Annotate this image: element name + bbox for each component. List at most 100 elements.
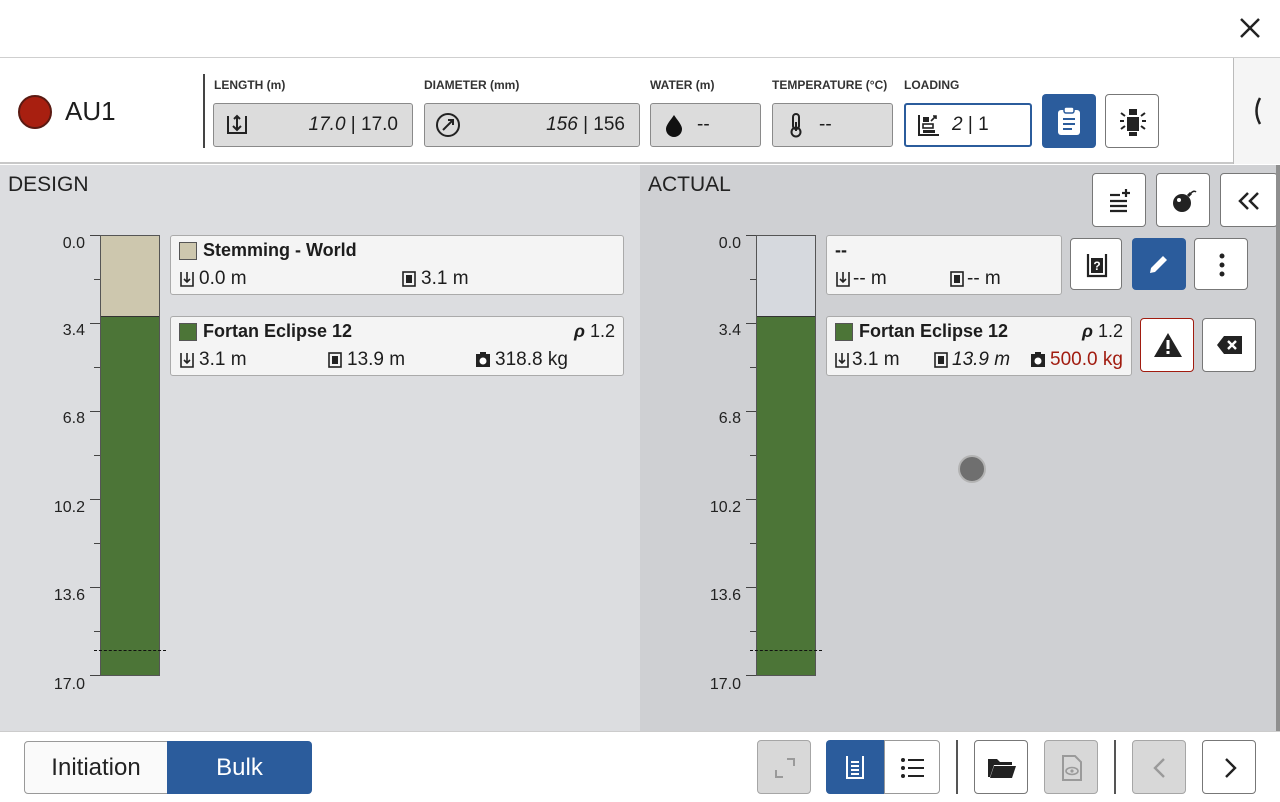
design-stemming-deck[interactable] — [101, 236, 159, 316]
actual-panel: ACTUAL 0.0 3.4 6.8 10.2 13.6 17.0 -- -- … — [640, 165, 1278, 731]
depth-icon — [227, 114, 247, 134]
tick-mark — [746, 499, 756, 500]
warning-icon — [1154, 333, 1182, 357]
deck-top-icon — [180, 272, 194, 287]
deck-name: Fortan Eclipse 12 — [859, 321, 1009, 341]
deck-length-value: 3.1 m — [421, 268, 469, 289]
temperature-label: TEMPERATURE (°C) — [772, 78, 888, 92]
collapse-panel-icon — [1255, 97, 1262, 125]
design-deck-card[interactable]: Stemming - World 0.0 m 3.1 m — [170, 235, 624, 295]
expand-icon — [775, 758, 795, 778]
expand-button[interactable] — [757, 740, 811, 794]
loading-icon — [918, 115, 939, 136]
length-field[interactable]: 17.0 | 17.0 — [213, 103, 413, 147]
deck-length-value: -- m — [967, 268, 1001, 289]
tab-bulk[interactable]: Bulk — [167, 741, 312, 794]
column-view-button[interactable] — [826, 740, 884, 794]
water-field[interactable]: -- — [650, 103, 761, 147]
deck-color-swatch — [835, 323, 853, 341]
more-options-button[interactable] — [1194, 238, 1248, 290]
loading-value: 2 | 1 — [952, 114, 989, 135]
edit-deck-button[interactable] — [1132, 238, 1186, 290]
collapse-design-button[interactable] — [1220, 173, 1278, 227]
water-drop-icon — [666, 115, 682, 137]
temperature-field[interactable]: -- — [772, 103, 893, 147]
tick-mark — [746, 323, 756, 324]
diameter-field[interactable]: 156 | 156 — [424, 103, 640, 147]
list-view-button[interactable] — [884, 740, 940, 794]
preview-document-button[interactable] — [1044, 740, 1098, 794]
diameter-icon — [436, 113, 460, 137]
deck-length-icon — [934, 352, 948, 368]
actual-deck-card[interactable]: Fortan Eclipse 12 ρ 1.2 3.1 m 13.9 m 500… — [826, 316, 1132, 376]
close-icon[interactable] — [1236, 14, 1264, 42]
design-tick-label: 10.2 — [53, 499, 85, 516]
list-view-icon — [901, 758, 924, 778]
actual-explosive-deck[interactable] — [757, 316, 815, 675]
design-tick-label: 3.4 — [62, 322, 85, 339]
deck-mass-value: 318.8 kg — [495, 349, 568, 370]
design-explosive-deck[interactable] — [101, 316, 159, 675]
folder-open-icon — [988, 759, 1016, 778]
design-tick-label: 13.6 — [53, 587, 85, 604]
explosive-button[interactable] — [1156, 173, 1210, 227]
deck-name: Fortan Eclipse 12 — [203, 321, 353, 341]
next-hole-button[interactable] — [1202, 740, 1256, 794]
backspace-icon — [1217, 336, 1242, 354]
actual-tick-label: 17.0 — [709, 676, 741, 693]
deck-name: -- — [835, 240, 847, 260]
deck-density: ρ 1.2 — [1082, 321, 1123, 341]
tick-mark — [90, 499, 100, 500]
design-deck-card[interactable]: Fortan Eclipse 12 ρ 1.2 3.1 m 13.9 m 318… — [170, 316, 624, 376]
scrollbar[interactable] — [1276, 165, 1280, 731]
unknown-product-icon: ? — [1086, 254, 1108, 278]
actual-tick-label: 0.0 — [718, 235, 741, 252]
mass-warning-button[interactable] — [1140, 318, 1194, 372]
more-vert-icon — [1219, 253, 1225, 277]
primer-button[interactable] — [1105, 94, 1159, 148]
diameter-label: DIAMETER (mm) — [424, 78, 520, 92]
hole-header: AU1 LENGTH (m) 17.0 | 17.0 DIAMETER (mm)… — [0, 58, 1280, 164]
diameter-value: 156 | 156 — [546, 114, 625, 135]
side-panel-toggle[interactable] — [1233, 58, 1280, 164]
deck-length-icon — [950, 271, 964, 287]
actual-title: ACTUAL — [648, 173, 731, 196]
open-folder-button[interactable] — [974, 740, 1028, 794]
tick-mark — [90, 411, 100, 412]
deck-mass-value: 500.0 kg — [1050, 349, 1123, 370]
chevron-left-icon — [1153, 758, 1165, 778]
add-deck-icon — [1110, 189, 1130, 213]
tick-mark — [90, 675, 100, 676]
loading-label: LOADING — [904, 78, 960, 92]
tab-initiation[interactable]: Initiation — [24, 741, 168, 794]
primer-icon — [1120, 109, 1146, 136]
footer-toolbar: Initiation Bulk — [0, 731, 1280, 802]
loading-sheet-button[interactable] — [1042, 94, 1096, 148]
thermometer-icon — [790, 113, 802, 138]
design-panel: DESIGN 0.0 3.4 6.8 10.2 13.6 17.0 Stemmi… — [0, 165, 640, 731]
tick-mark — [746, 235, 756, 236]
product-select-button[interactable]: ? — [1070, 238, 1122, 290]
deck-color-swatch — [179, 242, 197, 260]
actual-primer-line — [750, 650, 822, 651]
actual-tick-label: 10.2 — [709, 499, 741, 516]
footer-divider — [956, 740, 958, 794]
deck-top-value: -- m — [853, 268, 887, 289]
delete-deck-button[interactable] — [1202, 318, 1256, 372]
design-tick-label: 6.8 — [62, 410, 85, 427]
top-bar — [0, 0, 1280, 58]
deck-mass-icon — [476, 352, 490, 367]
design-tick-label: 17.0 — [53, 676, 85, 693]
water-value: -- — [697, 114, 710, 135]
tick-mark — [746, 587, 756, 588]
add-deck-button[interactable] — [1092, 173, 1146, 227]
design-tick-label: 0.0 — [62, 235, 85, 252]
previous-hole-button[interactable] — [1132, 740, 1186, 794]
deck-top-value: 0.0 m — [199, 268, 247, 289]
temperature-value: -- — [819, 114, 832, 135]
length-value: 17.0 | 17.0 — [308, 114, 398, 135]
double-chevron-left-icon — [1238, 192, 1259, 210]
loading-field[interactable]: 2 | 1 — [904, 103, 1032, 147]
actual-deck-card[interactable]: -- -- m -- m — [826, 235, 1062, 295]
length-label: LENGTH (m) — [214, 78, 286, 92]
